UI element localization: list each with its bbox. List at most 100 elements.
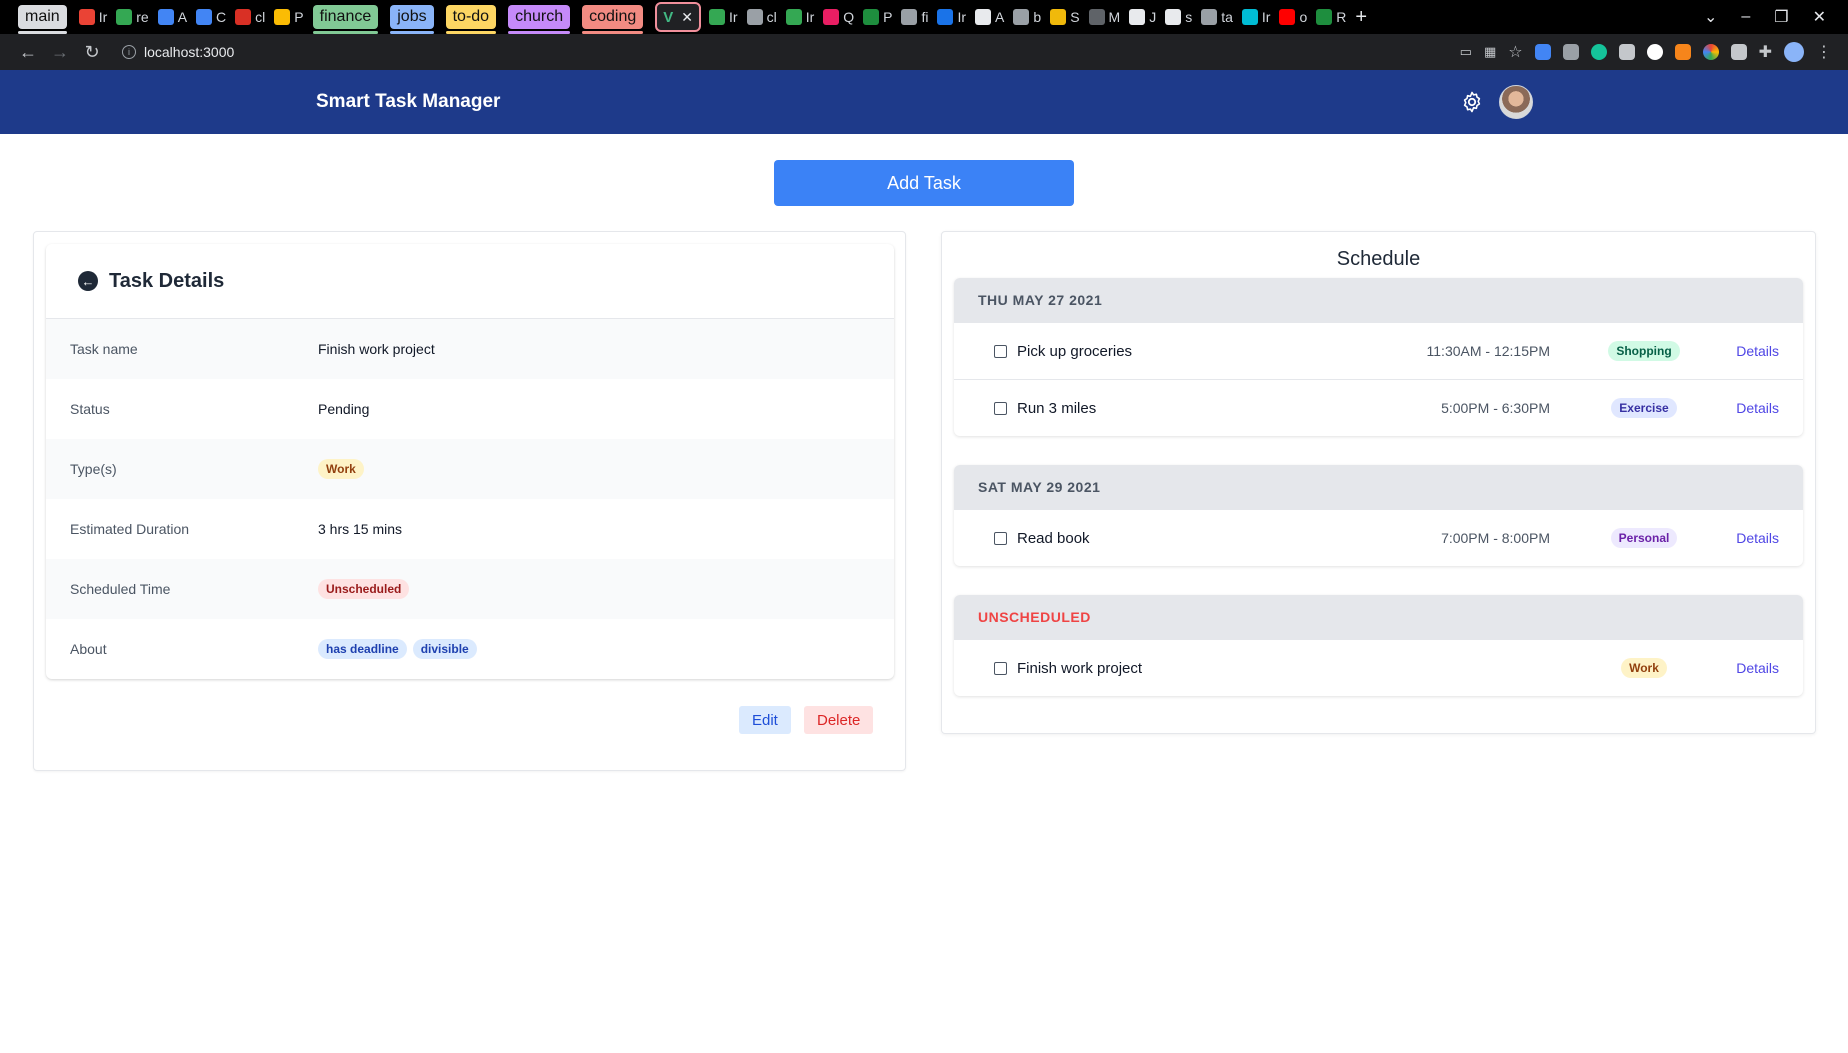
browser-tab[interactable]: P: [863, 9, 892, 25]
metamask-icon[interactable]: [1674, 44, 1691, 60]
tab-search-icon[interactable]: ⌄: [1704, 7, 1717, 27]
tab-favicon-icon: [823, 9, 840, 25]
new-tab-button[interactable]: +: [1355, 6, 1367, 29]
details-link[interactable]: Details: [1736, 400, 1779, 416]
browser-tab[interactable]: Ir: [937, 9, 966, 25]
tab-favicon-icon: [746, 9, 763, 25]
reload-icon[interactable]: ↻: [76, 42, 108, 63]
bookmark-star-icon[interactable]: ☆: [1508, 42, 1522, 62]
back-icon[interactable]: ←: [12, 42, 44, 63]
browser-tab[interactable]: cl: [235, 9, 265, 25]
browser-tab[interactable]: R: [1316, 9, 1346, 25]
window-controls: ⌄ – ❐ ✕: [1704, 0, 1848, 34]
schedule-day-group: SAT MAY 29 2021 Read book 7:00PM - 8:00P…: [954, 465, 1803, 566]
qr-code-icon[interactable]: ▦: [1484, 44, 1496, 60]
details-link[interactable]: Details: [1736, 530, 1779, 546]
gmail-icon: [78, 9, 95, 25]
extension-icon[interactable]: [1702, 44, 1719, 60]
task-checkbox[interactable]: [994, 661, 1007, 675]
app-icon: [235, 9, 252, 25]
extension-icon[interactable]: [1618, 44, 1635, 60]
tab-favicon-icon: [863, 9, 880, 25]
cast-icon[interactable]: ▭: [1460, 44, 1472, 60]
browser-tab[interactable]: cl: [746, 9, 777, 25]
tab-group-to-do[interactable]: to-do: [445, 5, 497, 34]
task-name: Finish work project: [1017, 659, 1143, 677]
tab-group-main[interactable]: main: [18, 5, 67, 34]
tab-title: re: [136, 9, 149, 25]
browser-tab[interactable]: fi: [901, 9, 928, 25]
url-text[interactable]: localhost:3000: [144, 44, 234, 60]
tab-favicon-icon: [901, 9, 918, 25]
detail-value: Finish work project: [318, 341, 435, 357]
tab-title: A: [995, 9, 1005, 25]
browser-tab[interactable]: Ir: [1241, 9, 1270, 25]
tab-group-finance[interactable]: finance: [312, 5, 379, 34]
browser-tab[interactable]: Ir: [785, 9, 814, 25]
user-avatar[interactable]: [1499, 85, 1533, 119]
unscheduled-header: UNSCHEDULED: [954, 595, 1803, 639]
add-task-button[interactable]: Add Task: [774, 160, 1074, 206]
minimize-icon[interactable]: –: [1741, 8, 1750, 26]
type-badge-personal: Personal: [1610, 528, 1678, 548]
task-time: 7:00PM - 8:00PM: [1441, 530, 1550, 546]
extension-icon[interactable]: [1730, 44, 1747, 60]
browser-tab[interactable]: b: [1013, 9, 1041, 25]
schedule-unscheduled-group: UNSCHEDULED Finish work project Work Det…: [954, 595, 1803, 696]
extension-icon[interactable]: [1562, 44, 1579, 60]
tab-title: s: [1185, 9, 1193, 25]
browser-tab[interactable]: A: [975, 9, 1004, 25]
close-tab-icon[interactable]: ✕: [681, 9, 693, 26]
tab-group-coding[interactable]: coding: [582, 5, 644, 34]
browser-tab[interactable]: Q: [823, 9, 854, 25]
task-checkbox[interactable]: [994, 401, 1007, 415]
edit-button[interactable]: Edit: [739, 706, 791, 734]
detail-row-estimated-duration: Estimated Duration 3 hrs 15 mins: [46, 499, 894, 559]
tab-title: R: [1336, 9, 1347, 25]
active-tab[interactable]: V ✕: [655, 2, 701, 32]
site-info-icon[interactable]: i: [122, 45, 136, 59]
settings-gear-icon[interactable]: [1460, 90, 1484, 114]
forward-icon[interactable]: →: [44, 42, 76, 63]
back-arrow-icon[interactable]: ←: [78, 271, 98, 291]
browser-tab[interactable]: ta: [1201, 9, 1233, 25]
browser-tab[interactable]: s: [1165, 9, 1192, 25]
detail-label: Scheduled Time: [70, 581, 171, 597]
delete-button[interactable]: Delete: [804, 706, 874, 734]
detail-label: Type(s): [70, 461, 117, 477]
address-bar[interactable]: i localhost:3000: [112, 38, 1372, 66]
grammarly-icon[interactable]: [1590, 44, 1607, 60]
type-badge-shopping: Shopping: [1608, 341, 1680, 361]
browser-tab[interactable]: re: [116, 9, 149, 25]
browser-tab[interactable]: o: [1279, 9, 1307, 25]
schedule-day-group: THU MAY 27 2021 Pick up groceries 11:30A…: [954, 278, 1803, 436]
task-checkbox[interactable]: [994, 344, 1007, 358]
browser-tab[interactable]: P: [274, 9, 304, 25]
extension-icon[interactable]: [1646, 44, 1663, 60]
browser-tab[interactable]: Ir: [709, 9, 738, 25]
browser-tab[interactable]: M: [1088, 9, 1120, 25]
browser-tab[interactable]: J: [1129, 9, 1156, 25]
browser-tab[interactable]: Ir: [78, 9, 107, 25]
details-link[interactable]: Details: [1736, 343, 1779, 359]
tab-favicon-icon: [975, 9, 992, 25]
close-window-icon[interactable]: ✕: [1813, 7, 1826, 27]
tab-group-jobs[interactable]: jobs: [390, 5, 434, 34]
browser-tab[interactable]: S: [1050, 9, 1080, 25]
extension-icon[interactable]: [1534, 44, 1551, 60]
task-checkbox[interactable]: [994, 531, 1007, 545]
details-link[interactable]: Details: [1736, 660, 1779, 676]
browser-tab[interactable]: C: [196, 9, 226, 25]
puzzle-extensions-icon[interactable]: ✚: [1759, 42, 1772, 62]
menu-kebab-icon[interactable]: ⋮: [1816, 42, 1832, 62]
browser-tab[interactable]: A: [157, 9, 187, 25]
profile-icon[interactable]: [1784, 42, 1804, 62]
tab-group-church[interactable]: church: [508, 5, 571, 34]
drive-icon: [116, 9, 133, 25]
task-details-panel: ← Task Details Task name Finish work pro…: [33, 231, 906, 771]
type-badge-work: Work: [1621, 658, 1667, 678]
restore-icon[interactable]: ❐: [1774, 7, 1788, 27]
app-header: Smart Task Manager: [0, 70, 1848, 134]
tab-title: Ir: [957, 9, 967, 25]
detail-row-scheduled-time: Scheduled Time Unscheduled: [46, 559, 894, 619]
